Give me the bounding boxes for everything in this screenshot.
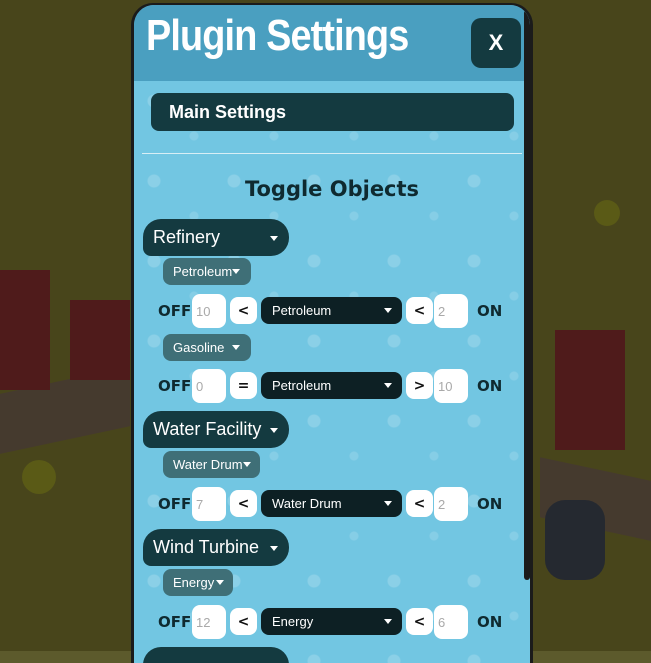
object-dropdown-wind-turbine[interactable]: Wind Turbine xyxy=(143,529,289,566)
window-header: Plugin Settings X xyxy=(134,5,530,81)
off-label: OFF xyxy=(158,302,192,320)
resource-dropdown-gasoline[interactable]: Gasoline xyxy=(163,334,251,361)
resource-select-value: Petroleum xyxy=(272,378,332,393)
divider xyxy=(142,153,522,154)
caret-down-icon xyxy=(216,580,224,585)
off-threshold-input[interactable]: 0 xyxy=(192,369,226,403)
object-dropdown-next[interactable] xyxy=(143,647,289,663)
resource-dropdown-label: Energy xyxy=(173,575,215,590)
object-dropdown-label: Refinery xyxy=(153,227,221,247)
object-dropdown-water-facility[interactable]: Water Facility xyxy=(143,411,289,448)
close-button[interactable]: X xyxy=(471,18,521,68)
window-title: Plugin Settings xyxy=(146,11,409,60)
off-threshold-input[interactable]: 10 xyxy=(192,294,226,328)
caret-down-icon xyxy=(270,546,278,551)
resource-dropdown-label: Gasoline xyxy=(173,340,225,355)
on-label: ON xyxy=(477,377,503,395)
settings-scroll-area[interactable]: Main Settings Toggle Objects Refinery Pe… xyxy=(134,81,530,663)
resource-select[interactable]: Energy xyxy=(261,608,402,635)
operator-select[interactable]: = xyxy=(230,372,257,399)
on-label: ON xyxy=(477,613,503,631)
object-dropdown-refinery[interactable]: Refinery xyxy=(143,219,289,256)
rule-row: OFF 7 < Water Drum < 2 ON xyxy=(134,487,530,521)
caret-down-icon xyxy=(384,308,392,313)
resource-dropdown-energy[interactable]: Energy xyxy=(163,569,233,596)
rule-row: OFF 10 < Petroleum < 2 ON xyxy=(134,294,530,328)
resource-select-value: Water Drum xyxy=(272,496,342,511)
caret-down-icon xyxy=(270,428,278,433)
caret-down-icon xyxy=(232,269,240,274)
section-title: Toggle Objects xyxy=(244,177,420,201)
on-threshold-input[interactable]: 2 xyxy=(434,294,468,328)
operator-select[interactable]: < xyxy=(230,297,257,324)
operator-select[interactable]: < xyxy=(230,608,257,635)
on-label: ON xyxy=(477,495,503,513)
on-threshold-input[interactable]: 10 xyxy=(434,369,468,403)
resource-select[interactable]: Petroleum xyxy=(261,372,402,399)
on-threshold-input[interactable]: 6 xyxy=(434,605,468,639)
resource-dropdown-label: Petroleum xyxy=(173,264,233,279)
object-dropdown-label: Water Facility xyxy=(153,419,262,439)
caret-down-icon xyxy=(384,383,392,388)
resource-dropdown-water-drum[interactable]: Water Drum xyxy=(163,451,260,478)
caret-down-icon xyxy=(384,619,392,624)
panel-inner: Plugin Settings X Main Settings Toggle O… xyxy=(134,5,530,663)
caret-down-icon xyxy=(270,236,278,241)
on-threshold-input[interactable]: 2 xyxy=(434,487,468,521)
off-label: OFF xyxy=(158,613,192,631)
caret-down-icon xyxy=(384,501,392,506)
off-label: OFF xyxy=(158,495,192,513)
off-threshold-input[interactable]: 7 xyxy=(192,487,226,521)
operator-select[interactable]: < xyxy=(230,490,257,517)
tab-main-settings[interactable]: Main Settings xyxy=(151,93,514,131)
on-label: ON xyxy=(477,302,503,320)
resource-select-value: Petroleum xyxy=(272,303,332,318)
caret-down-icon xyxy=(243,462,251,467)
resource-dropdown-petroleum[interactable]: Petroleum xyxy=(163,258,251,285)
operator-select[interactable]: < xyxy=(406,608,433,635)
scrollbar-thumb[interactable] xyxy=(524,10,530,580)
off-label: OFF xyxy=(158,377,192,395)
rule-row: OFF 0 = Petroleum > 10 ON xyxy=(134,369,530,403)
rule-row: OFF 12 < Energy < 6 ON xyxy=(134,605,530,639)
off-threshold-input[interactable]: 12 xyxy=(192,605,226,639)
resource-select[interactable]: Water Drum xyxy=(261,490,402,517)
operator-select[interactable]: > xyxy=(406,372,433,399)
resource-select-value: Energy xyxy=(272,614,314,629)
plugin-settings-window: Plugin Settings X Main Settings Toggle O… xyxy=(131,3,533,663)
operator-select[interactable]: < xyxy=(406,490,433,517)
operator-select[interactable]: < xyxy=(406,297,433,324)
resource-dropdown-label: Water Drum xyxy=(173,457,243,472)
caret-down-icon xyxy=(232,345,240,350)
resource-select[interactable]: Petroleum xyxy=(261,297,402,324)
object-dropdown-label: Wind Turbine xyxy=(153,537,260,557)
